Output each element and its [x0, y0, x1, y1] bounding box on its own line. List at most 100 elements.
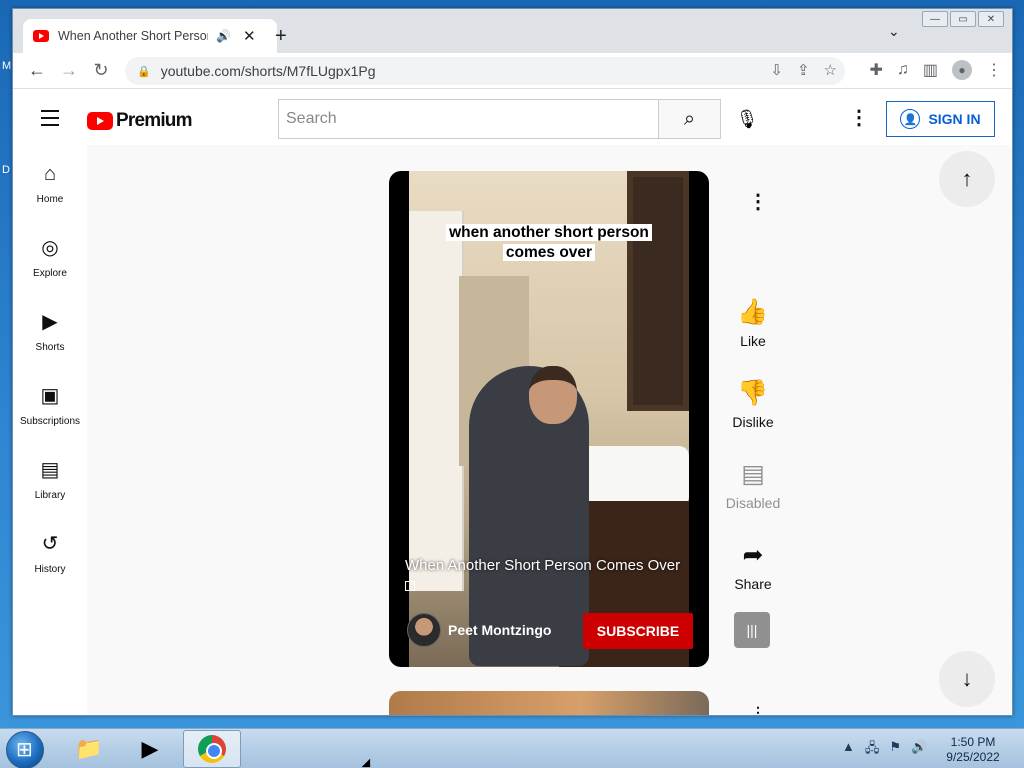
caption-line: when another short person — [446, 224, 652, 241]
mini-guide: ⌂ Home ◎ Explore ▶ Shorts ▣ Subscription… — [13, 145, 87, 715]
browser-tab[interactable]: When Another Short Person 🔊 ✕ — [23, 19, 277, 53]
sidebar-item-explore[interactable]: ◎ Explore — [13, 219, 87, 293]
video-scene-head — [529, 366, 577, 424]
search-input[interactable]: Search — [278, 99, 659, 139]
search-icon: ⌕ — [683, 107, 696, 130]
home-icon: ⌂ — [43, 163, 57, 185]
desktop-icon-fragment: D — [2, 164, 10, 176]
caption-line: comes over — [502, 244, 596, 261]
address-bar[interactable]: 🔒 youtube.com/shorts/M7fLUgpx1Pg ⇩ ⇪ ☆ — [125, 57, 845, 85]
short-video-player[interactable]: when another short person comes over Whe… — [389, 171, 709, 667]
clock-time: 1:50 PM — [950, 735, 996, 749]
extensions-icon[interactable]: ✚ — [869, 60, 882, 80]
comment-icon: ▤ — [741, 460, 765, 488]
previous-short-button[interactable]: ↑ — [939, 151, 995, 207]
volume-icon[interactable]: 🔊 — [911, 739, 927, 761]
minimize-button[interactable]: — — [922, 11, 948, 27]
subscriptions-icon: ▣ — [40, 385, 60, 407]
sidebar-item-library[interactable]: ▤ Library — [13, 441, 87, 515]
short-title[interactable]: When Another Short Person Comes Over — [405, 557, 700, 574]
dislike-button[interactable]: 👎 Dislike — [713, 378, 793, 459]
browser-menu-icon[interactable]: ⋮ — [986, 60, 1002, 80]
settings-more-icon[interactable]: ⋮ — [849, 105, 869, 130]
chrome-icon — [198, 735, 226, 763]
file-explorer-button[interactable]: 📁 — [60, 730, 118, 768]
logo-text: Premium — [116, 110, 193, 131]
media-control-icon[interactable]: ♫ — [897, 61, 909, 79]
profile-icon[interactable]: ● — [952, 60, 972, 80]
side-panel-icon[interactable]: ▥ — [923, 60, 938, 80]
tab-title: When Another Short Person — [58, 29, 208, 43]
next-short-more-icon[interactable]: ⋮ — [751, 704, 765, 715]
placeholder-glyph-icon — [405, 581, 415, 591]
sidebar-item-subscriptions[interactable]: ▣ Subscriptions — [13, 367, 87, 441]
shorts-icon: ▶ — [42, 311, 58, 333]
forward-button[interactable]: → — [53, 60, 85, 81]
youtube-premium-logo[interactable]: Premium — [87, 110, 193, 132]
share-label: Share — [734, 576, 772, 592]
system-tray: ▲ 🖧 ⚑ 🔊 — [842, 739, 927, 761]
sidebar-item-label: History — [34, 564, 66, 575]
media-player-button[interactable]: ▶ — [121, 730, 179, 768]
channel-info[interactable]: Peet Montzingo — [407, 613, 551, 647]
sidebar-item-history[interactable]: ↺ History — [13, 515, 87, 589]
youtube-page: Premium Search ⌕ 🎙 ⋮ 👤 SIGN IN ⌂ Home ◎ … — [13, 89, 1012, 715]
maximize-button[interactable]: ▭ — [950, 11, 976, 27]
soundtrack-button[interactable]: ||| — [734, 612, 770, 648]
media-player-icon: ▶ — [141, 736, 159, 761]
sidebar-item-label: Subscriptions — [19, 416, 81, 427]
audio-wave-icon: ||| — [746, 622, 758, 638]
start-button[interactable] — [6, 731, 44, 768]
windows-taskbar: 📁 ▶ ▲ 🖧 ⚑ 🔊 1:50 PM 9/25/2022 — [0, 728, 1024, 768]
like-button[interactable]: 👍 Like — [713, 297, 793, 378]
folder-icon: 📁 — [75, 736, 103, 761]
new-tab-button[interactable]: + — [275, 25, 287, 48]
desktop-icon-fragment: M — [2, 60, 12, 72]
compass-icon: ◎ — [41, 237, 59, 259]
lock-icon[interactable]: 🔒 — [137, 65, 151, 78]
arrow-up-icon: ↑ — [961, 166, 973, 191]
hamburger-menu-icon[interactable] — [41, 110, 59, 131]
sidebar-item-shorts[interactable]: ▶ Shorts — [13, 293, 87, 367]
share-page-icon[interactable]: ⇪ — [797, 61, 810, 79]
voice-search-button[interactable]: 🎙 — [731, 103, 763, 135]
channel-name[interactable]: Peet Montzingo — [448, 622, 551, 638]
comments-button: ▤ Disabled — [713, 459, 793, 540]
youtube-favicon-icon — [33, 30, 49, 42]
bookmark-star-icon[interactable]: ☆ — [824, 61, 837, 79]
speaker-icon[interactable]: 🔊 — [216, 29, 231, 43]
microphone-icon: 🎙 — [735, 108, 759, 129]
clock-date: 9/25/2022 — [946, 750, 1000, 764]
tab-search-icon[interactable]: ⌄ — [888, 23, 900, 40]
show-hidden-icons-icon[interactable]: ▲ — [842, 739, 855, 761]
sidebar-item-label: Library — [34, 490, 66, 501]
youtube-logo-icon — [87, 112, 113, 130]
share-icon: ➦ — [742, 541, 764, 569]
subscribe-button[interactable]: SUBSCRIBE — [583, 613, 693, 649]
share-button[interactable]: ➦ Share — [713, 540, 793, 621]
action-center-icon[interactable]: ⚑ — [889, 739, 901, 761]
close-tab-icon[interactable]: ✕ — [243, 27, 256, 45]
chrome-taskbar-button[interactable] — [183, 730, 241, 768]
reload-button[interactable]: ↻ — [85, 60, 117, 81]
network-icon[interactable]: 🖧 — [865, 739, 880, 761]
sign-in-button[interactable]: 👤 SIGN IN — [886, 101, 995, 137]
video-scene-mirror — [627, 171, 689, 411]
close-window-button[interactable]: ✕ — [978, 11, 1004, 27]
back-button[interactable]: ← — [21, 60, 53, 81]
channel-avatar[interactable] — [407, 613, 441, 647]
account-icon: 👤 — [900, 109, 921, 129]
search-button[interactable]: ⌕ — [658, 99, 721, 139]
youtube-header: Premium Search ⌕ 🎙 ⋮ 👤 SIGN IN — [13, 89, 1012, 145]
install-app-icon[interactable]: ⇩ — [770, 61, 783, 79]
clock[interactable]: 1:50 PM 9/25/2022 — [938, 735, 1008, 765]
sign-in-label: SIGN IN — [928, 111, 981, 127]
sidebar-item-label: Explore — [33, 268, 67, 279]
like-label: Like — [740, 333, 766, 349]
sidebar-item-home[interactable]: ⌂ Home — [13, 145, 87, 219]
short-more-options-icon[interactable]: ⋮ — [748, 189, 768, 214]
window-controls: — ▭ ✕ — [922, 11, 1004, 27]
next-short-preview[interactable] — [389, 691, 709, 715]
next-short-button[interactable]: ↓ — [939, 651, 995, 707]
url-text[interactable]: youtube.com/shorts/M7fLUgpx1Pg — [161, 63, 376, 79]
